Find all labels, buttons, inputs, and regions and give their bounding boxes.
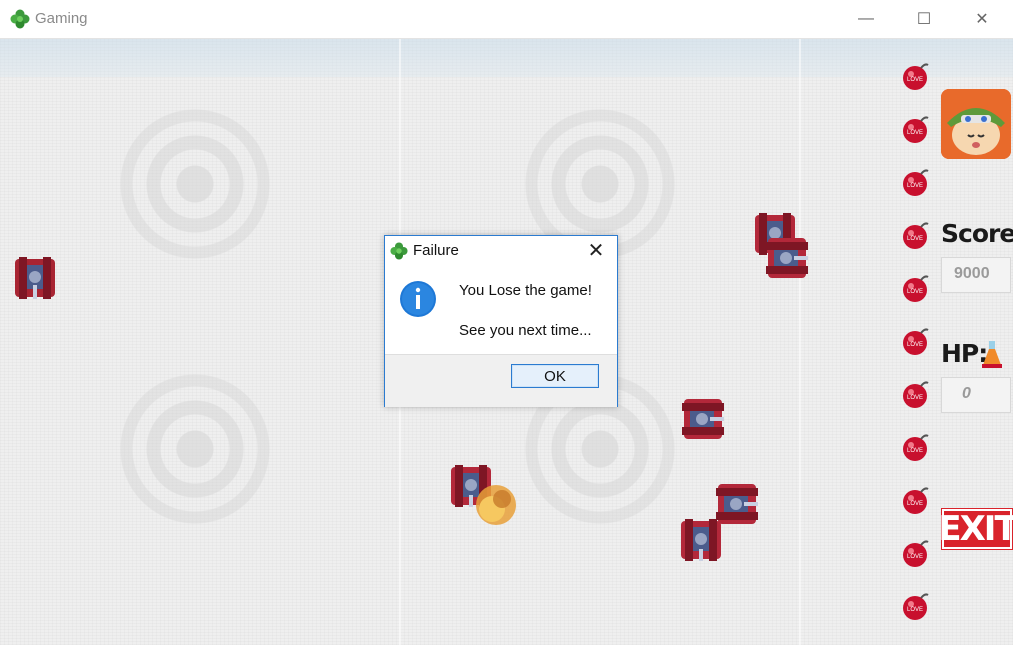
explosion-icon (476, 485, 516, 525)
avatar-face-icon (941, 89, 1011, 159)
dialog-close-button[interactable]: ✕ (583, 238, 609, 262)
ok-button[interactable]: OK (511, 364, 599, 388)
svg-text:LOVE: LOVE (907, 607, 923, 613)
hp-value: 0 (941, 377, 1011, 413)
maximize-icon: ☐ (916, 11, 932, 28)
bomb-icon: LOVE (903, 434, 929, 461)
background-divider (799, 39, 801, 645)
window-title: Gaming (35, 10, 88, 27)
dialog-message-line2: See you next time... (459, 322, 592, 339)
dialog-footer: OK (385, 354, 617, 407)
bomb-icon: LOVE (903, 169, 929, 196)
bomb-icon: LOVE (903, 275, 929, 302)
dialog-clover-icon (390, 242, 408, 260)
score-label: Score: (941, 219, 1013, 248)
potion-icon (982, 341, 1002, 368)
bomb-icon: LOVE (903, 593, 929, 620)
svg-text:LOVE: LOVE (907, 183, 923, 189)
dialog-title: Failure (413, 242, 459, 259)
svg-text:LOVE: LOVE (907, 236, 923, 242)
app-clover-icon (10, 9, 30, 29)
exit-button[interactable]: EXIT (938, 509, 1013, 549)
player-avatar (941, 89, 1011, 159)
bomb-icon: LOVE (903, 222, 929, 249)
bomb-icon: LOVE (903, 540, 929, 567)
game-top-band (0, 39, 1013, 77)
enemy-tank (682, 399, 724, 439)
svg-text:LOVE: LOVE (907, 289, 923, 295)
close-icon: ✕ (587, 239, 605, 262)
maximize-button[interactable]: ☐ (895, 0, 953, 38)
svg-text:LOVE: LOVE (907, 342, 923, 348)
background-swirl (115, 369, 275, 529)
svg-text:LOVE: LOVE (907, 130, 923, 136)
minimize-icon: — (858, 10, 874, 27)
bomb-icon: LOVE (903, 381, 929, 408)
player-tank (15, 257, 55, 299)
background-swirl (115, 104, 275, 264)
svg-text:LOVE: LOVE (907, 395, 923, 401)
sidebar: LOVE LOVE LOVE LOVE LOVE LOVE LOVE LOVE LOVE LOVE… (897, 39, 1013, 645)
svg-text:LOVE: LOVE (907, 448, 923, 454)
bomb-icon: LOVE (903, 487, 929, 514)
close-window-button[interactable]: ✕ (953, 0, 1011, 38)
enemy-tank (766, 238, 808, 278)
bomb-icon: LOVE (903, 116, 929, 143)
minimize-button[interactable]: — (837, 0, 895, 38)
svg-text:LOVE: LOVE (907, 501, 923, 507)
score-value: 9000 (941, 257, 1011, 293)
bomb-icon: LOVE (903, 328, 929, 355)
failure-dialog: Failure ✕ You Lose the game! See you nex… (384, 235, 618, 407)
window-titlebar: Gaming — ☐ ✕ (0, 0, 1013, 39)
close-icon: ✕ (975, 11, 989, 28)
svg-text:LOVE: LOVE (907, 77, 923, 83)
info-icon (400, 281, 436, 317)
dialog-message-line1: You Lose the game! (459, 282, 592, 299)
bomb-icon: LOVE (903, 63, 929, 90)
svg-text:LOVE: LOVE (907, 554, 923, 560)
enemy-tank (681, 519, 721, 561)
